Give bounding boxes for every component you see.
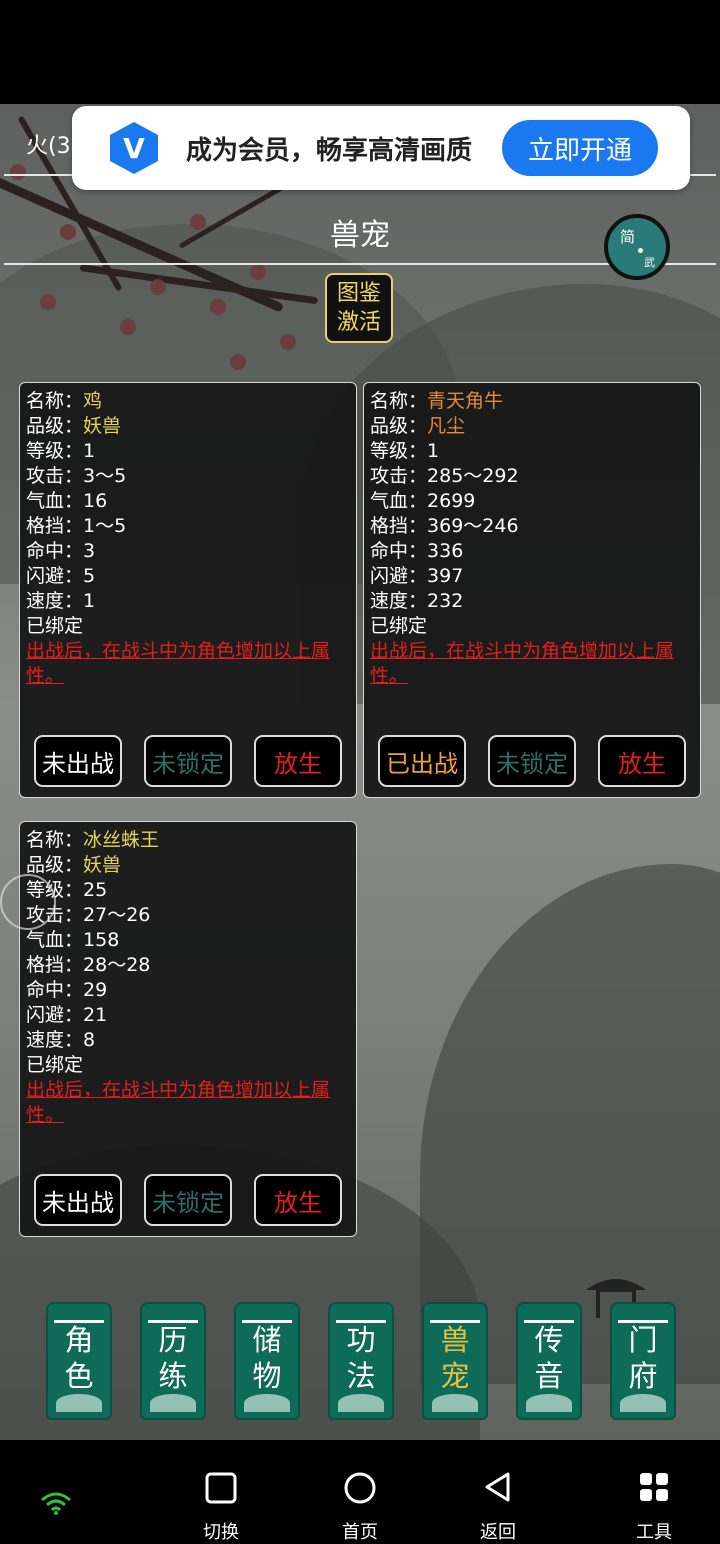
pet-attack: 285～292 — [427, 465, 519, 487]
pet-dodge: 397 — [427, 565, 464, 587]
system-nav-bar: 切换 首页 返回 工具 — [0, 1440, 720, 1544]
circle-home-icon — [344, 1472, 376, 1504]
header-fragment-text: 火(3 — [26, 134, 71, 159]
pet-level: 25 — [83, 879, 108, 901]
pet-speed: 8 — [83, 1029, 96, 1051]
floating-assistive-button[interactable] — [0, 874, 56, 930]
pet-block: 28～28 — [83, 954, 151, 976]
pet-name: 鸡 — [83, 390, 103, 412]
pet-speed: 232 — [427, 590, 464, 612]
nav-label: 传音 — [534, 1323, 564, 1393]
vip-banner[interactable]: V 成为会员，畅享高清画质 立即开通 — [72, 106, 690, 190]
pet-block: 1～5 — [83, 515, 127, 537]
pet-description: 出战后，在战斗中为角色增加以上属性。 — [26, 640, 331, 687]
pet-dodge: 21 — [83, 1004, 108, 1026]
pet-hit: 3 — [83, 540, 96, 562]
home-button[interactable]: 首页 — [310, 1440, 410, 1544]
lock-button[interactable]: 未锁定 — [488, 735, 576, 787]
grid-tools-icon — [640, 1473, 668, 1501]
nav-label: 历练 — [158, 1323, 188, 1393]
pet-dodge: 5 — [83, 565, 96, 587]
pet-card: 名称：青天角牛 品级：凡尘 等级：1 攻击：285～292 气血：2699 格挡… — [363, 382, 701, 798]
nav-storage[interactable]: 储物 — [234, 1296, 300, 1426]
dex-line2: 激活 — [336, 310, 381, 335]
lock-button[interactable]: 未锁定 — [144, 1174, 232, 1226]
nav-training[interactable]: 历练 — [140, 1296, 206, 1426]
nav-label-active: 兽宠 — [440, 1323, 470, 1393]
nav-pets[interactable]: 兽宠 — [422, 1296, 488, 1426]
wifi-icon — [41, 1492, 71, 1515]
nav-label: 门府 — [628, 1323, 658, 1393]
pet-attack: 27～26 — [83, 904, 151, 926]
pet-hit: 336 — [427, 540, 464, 562]
pet-attack: 3～5 — [83, 465, 127, 487]
tools-button[interactable]: 工具 — [604, 1440, 704, 1544]
square-icon — [205, 1472, 237, 1504]
pet-hp: 2699 — [427, 490, 476, 512]
toggle-dot — [638, 248, 643, 253]
pet-hp: 16 — [83, 490, 108, 512]
pet-block: 369～246 — [427, 515, 519, 537]
deploy-button[interactable]: 未出战 — [34, 1174, 122, 1226]
pet-name: 青天角牛 — [427, 390, 504, 412]
svg-text:V: V — [123, 132, 145, 165]
top-black-bar — [0, 0, 720, 104]
nav-label: 储物 — [252, 1323, 282, 1393]
pet-hit: 29 — [83, 979, 108, 1001]
vip-open-button[interactable]: 立即开通 — [502, 120, 658, 176]
pet-name: 冰丝蛛王 — [83, 829, 160, 851]
nav-skills[interactable]: 功法 — [328, 1296, 394, 1426]
nav-label: 角色 — [64, 1323, 94, 1393]
pet-bound-status: 已绑定 — [26, 1054, 84, 1076]
pet-hp: 158 — [83, 929, 120, 951]
pet-description: 出战后，在战斗中为角色增加以上属性。 — [26, 1079, 331, 1126]
pet-bound-status: 已绑定 — [370, 615, 428, 637]
vip-logo-icon: V — [110, 122, 158, 174]
toggle-bottom-char: 武 — [644, 256, 655, 269]
back-button[interactable]: 返回 — [448, 1440, 548, 1544]
toggle-top-char: 简 — [620, 228, 636, 246]
lock-button[interactable]: 未锁定 — [144, 735, 232, 787]
nav-label: 功法 — [346, 1323, 376, 1393]
dex-line1: 图鉴 — [336, 281, 381, 306]
collection-activate-button[interactable]: 图鉴 激活 — [325, 273, 393, 343]
release-button[interactable]: 放生 — [598, 735, 686, 787]
pet-level: 1 — [83, 440, 96, 462]
nav-character[interactable]: 角色 — [46, 1296, 112, 1426]
nav-residence[interactable]: 门府 — [610, 1296, 676, 1426]
release-button[interactable]: 放生 — [254, 1174, 342, 1226]
pet-grade: 凡尘 — [427, 415, 466, 437]
pet-description: 出战后，在战斗中为角色增加以上属性。 — [370, 640, 675, 687]
pet-bound-status: 已绑定 — [26, 615, 84, 637]
triangle-back-icon — [485, 1472, 510, 1502]
pet-grade: 妖兽 — [83, 415, 122, 437]
pet-card: 名称：冰丝蛛王 品级：妖兽 等级：25 攻击：27～26 气血：158 格挡：2… — [19, 821, 357, 1237]
deploy-button[interactable]: 未出战 — [34, 735, 122, 787]
deploy-button[interactable]: 已出战 — [378, 735, 466, 787]
pet-card: 名称：鸡 品级：妖兽 等级：1 攻击：3～5 气血：16 格挡：1～5 命中：3… — [19, 382, 357, 798]
pet-level: 1 — [427, 440, 440, 462]
vip-banner-text: 成为会员，畅享高清画质 — [186, 136, 473, 166]
nav-messages[interactable]: 传音 — [516, 1296, 582, 1426]
simplified-toggle-button[interactable]: 简 武 — [604, 214, 670, 280]
pet-grade: 妖兽 — [83, 854, 122, 876]
release-button[interactable]: 放生 — [254, 735, 342, 787]
pet-speed: 1 — [83, 590, 96, 612]
switch-button[interactable]: 切换 — [171, 1440, 271, 1544]
